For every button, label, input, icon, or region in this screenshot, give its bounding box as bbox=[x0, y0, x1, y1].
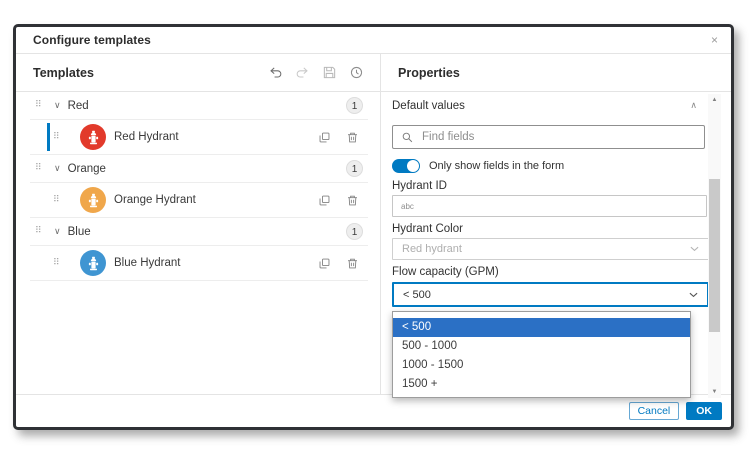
template-item-blue-hydrant[interactable]: ⠿ Blue Hydrant bbox=[30, 246, 368, 281]
properties-panel-header: Properties bbox=[381, 54, 731, 92]
group-row-orange[interactable]: ⠿ ∨ Orange 1 bbox=[30, 155, 368, 183]
chevron-up-icon[interactable]: ∧ bbox=[690, 100, 697, 111]
undo-icon[interactable] bbox=[268, 65, 283, 80]
search-icon bbox=[401, 131, 414, 144]
trash-icon[interactable] bbox=[346, 194, 359, 207]
toggle-label: Only show fields in the form bbox=[429, 160, 565, 172]
count-badge: 1 bbox=[346, 223, 363, 240]
group-row-red[interactable]: ⠿ ∨ Red 1 bbox=[30, 92, 368, 120]
configure-templates-dialog: Configure templates × Templates ⠿ ∨ Red bbox=[13, 24, 734, 430]
group-label: Red bbox=[67, 99, 89, 112]
properties-title: Properties bbox=[398, 65, 460, 80]
hydrant-id-label: Hydrant ID bbox=[392, 180, 447, 192]
save-icon[interactable] bbox=[322, 65, 337, 80]
hydrant-avatar bbox=[80, 187, 106, 213]
templates-title: Templates bbox=[33, 65, 94, 80]
templates-panel: Templates ⠿ ∨ Red 1 ⠿ Red Hydrant ⠿ ∨ Or… bbox=[16, 54, 381, 394]
dialog-footer: Cancel OK bbox=[16, 394, 731, 427]
history-icon[interactable] bbox=[349, 65, 364, 80]
hydrant-color-select: Red hydrant bbox=[392, 238, 709, 260]
hydrant-avatar bbox=[80, 250, 106, 276]
trash-icon[interactable] bbox=[346, 257, 359, 270]
dropdown-option[interactable]: 1500 + bbox=[393, 375, 690, 394]
scrollbar-thumb[interactable] bbox=[709, 179, 720, 332]
count-badge: 1 bbox=[346, 160, 363, 177]
properties-scrollbar[interactable]: ▲ ▼ bbox=[708, 94, 721, 398]
count-badge: 1 bbox=[346, 97, 363, 114]
properties-panel: Properties Default values ∧ Only show fi… bbox=[381, 54, 731, 398]
dropdown-option[interactable]: 500 - 1000 bbox=[393, 337, 690, 356]
chevron-down-icon[interactable]: ∨ bbox=[54, 226, 61, 237]
find-fields-searchbox[interactable] bbox=[392, 125, 705, 149]
dropdown-option[interactable]: 1000 - 1500 bbox=[393, 356, 690, 375]
toggle-knob bbox=[407, 160, 419, 172]
drag-handle-icon[interactable]: ⠿ bbox=[53, 258, 64, 268]
duplicate-icon[interactable] bbox=[318, 257, 331, 270]
dialog-titlebar: Configure templates × bbox=[16, 27, 731, 54]
group-label: Orange bbox=[67, 162, 106, 175]
duplicate-icon[interactable] bbox=[318, 194, 331, 207]
item-label: Blue Hydrant bbox=[114, 257, 181, 269]
drag-handle-icon[interactable]: ⠿ bbox=[35, 101, 46, 110]
default-values-section[interactable]: Default values ∧ bbox=[392, 98, 697, 113]
dropdown-option[interactable]: < 500 bbox=[393, 318, 690, 337]
templates-panel-header: Templates bbox=[16, 54, 380, 92]
drag-handle-icon[interactable]: ⠿ bbox=[53, 195, 64, 205]
scroll-down-icon[interactable]: ▼ bbox=[708, 386, 721, 398]
flow-capacity-select[interactable]: < 500 bbox=[392, 282, 709, 307]
hydrant-color-label: Hydrant Color bbox=[392, 223, 463, 235]
group-label: Blue bbox=[67, 225, 91, 238]
chevron-down-icon bbox=[689, 292, 698, 298]
hydrant-id-input[interactable] bbox=[392, 195, 707, 217]
search-input[interactable] bbox=[422, 131, 696, 143]
flow-capacity-label: Flow capacity (GPM) bbox=[392, 266, 499, 278]
toggle-switch[interactable] bbox=[392, 159, 420, 173]
close-icon[interactable]: × bbox=[711, 34, 718, 46]
template-item-red-hydrant[interactable]: ⠿ Red Hydrant bbox=[30, 120, 368, 155]
cancel-button[interactable]: Cancel bbox=[628, 402, 680, 420]
duplicate-icon[interactable] bbox=[318, 131, 331, 144]
drag-handle-icon[interactable]: ⠿ bbox=[35, 164, 46, 173]
hydrant-avatar bbox=[80, 124, 106, 150]
template-tree: ⠿ ∨ Red 1 ⠿ Red Hydrant ⠿ ∨ Orange 1 ⠿ O… bbox=[30, 92, 368, 281]
section-title: Default values bbox=[392, 99, 465, 112]
templates-toolbar bbox=[268, 65, 364, 80]
template-item-orange-hydrant[interactable]: ⠿ Orange Hydrant bbox=[30, 183, 368, 218]
scroll-up-icon[interactable]: ▲ bbox=[708, 94, 721, 106]
redo-icon bbox=[295, 65, 310, 80]
flow-capacity-dropdown: < 500 500 - 1000 1000 - 1500 1500 + bbox=[392, 311, 691, 398]
form-fields-toggle-row: Only show fields in the form bbox=[392, 158, 564, 174]
ok-button[interactable]: OK bbox=[686, 402, 722, 420]
selection-indicator bbox=[47, 123, 50, 151]
properties-content: Default values ∧ Only show fields in the… bbox=[381, 92, 731, 398]
trash-icon[interactable] bbox=[346, 131, 359, 144]
dialog-title: Configure templates bbox=[33, 33, 151, 47]
item-label: Red Hydrant bbox=[114, 131, 179, 143]
item-label: Orange Hydrant bbox=[114, 194, 196, 206]
drag-handle-icon[interactable]: ⠿ bbox=[53, 132, 64, 142]
chevron-down-icon[interactable]: ∨ bbox=[54, 100, 61, 111]
chevron-down-icon bbox=[690, 246, 699, 252]
group-row-blue[interactable]: ⠿ ∨ Blue 1 bbox=[30, 218, 368, 246]
chevron-down-icon[interactable]: ∨ bbox=[54, 163, 61, 174]
drag-handle-icon[interactable]: ⠿ bbox=[35, 227, 46, 236]
